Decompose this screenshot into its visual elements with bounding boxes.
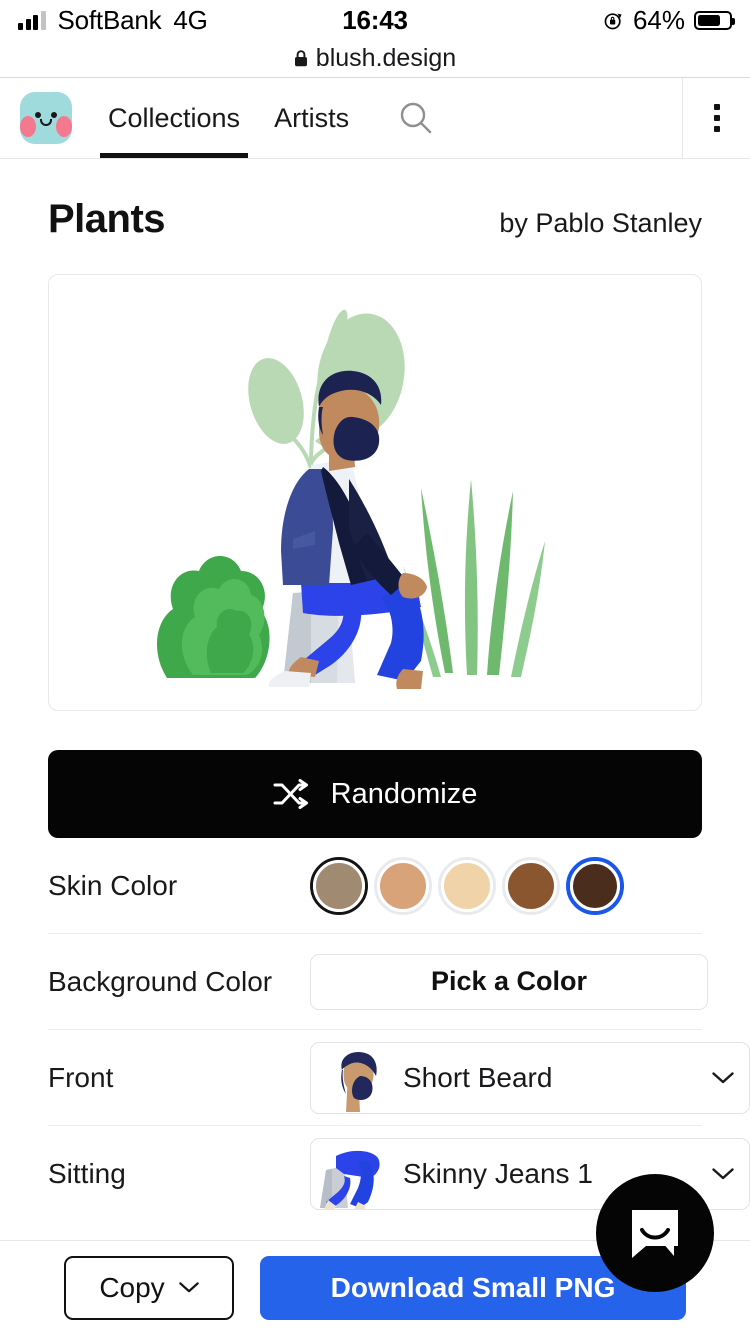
tab-collections-label: Collections [108, 102, 241, 133]
randomize-button[interactable]: Randomize [48, 750, 702, 838]
background-color-control: Pick a Color [310, 953, 708, 1010]
overflow-menu-button[interactable] [682, 78, 750, 158]
illustration-preview-card[interactable] [48, 274, 702, 711]
option-label-sitting: Sitting [48, 1158, 126, 1189]
skinny-jeans-thumbnail [311, 1139, 397, 1209]
option-label-front: Front [48, 1061, 114, 1093]
kebab-menu-icon [713, 104, 720, 132]
collection-header: Plants by Pablo Stanley [0, 159, 750, 242]
intercom-launcher-button[interactable] [596, 1174, 714, 1292]
copy-button[interactable]: Copy [64, 1255, 234, 1320]
download-label: Download Small PNG [330, 1271, 616, 1303]
pick-a-color-button[interactable]: Pick a Color [310, 953, 708, 1010]
page-title: Plants [48, 197, 166, 241]
copy-label: Copy [99, 1271, 165, 1303]
battery-percentage: 64% [632, 4, 685, 35]
option-row-background-color: Background Color Pick a Color [48, 934, 708, 1030]
status-bar-left: SoftBank 4G [18, 5, 375, 36]
collection-author: by Pablo Stanley [499, 208, 702, 238]
battery-icon [694, 10, 735, 30]
sitting-dropdown-chevron [697, 1168, 749, 1180]
front-dropdown-value: Short Beard [403, 1061, 553, 1093]
shuffle-icon [273, 779, 308, 809]
search-button[interactable] [397, 99, 435, 137]
signal-bars-icon [18, 10, 46, 30]
short-beard-thumbnail [311, 1043, 397, 1113]
app-navigation-bar: Collections Artists [0, 78, 750, 159]
lock-icon [294, 50, 307, 67]
randomize-label: Randomize [330, 777, 478, 810]
status-bar: SoftBank 4G 16:43 64% [0, 0, 750, 40]
intercom-chat-icon [632, 1210, 678, 1258]
front-dropdown-chevron [697, 1071, 749, 1084]
front-control: Short Beard [310, 1041, 750, 1114]
pick-a-color-label: Pick a Color [430, 966, 588, 996]
network-type: 4G [173, 4, 208, 35]
chevron-down-icon [712, 1168, 734, 1180]
option-row-skin-color: Skin Color [48, 838, 702, 934]
man-sitting-with-plants-illustration [156, 309, 545, 689]
skin-swatch-4[interactable] [502, 856, 560, 915]
status-bar-right: 64% [375, 4, 735, 36]
nav-tabs: Collections Artists [100, 78, 357, 158]
skin-color-swatches [310, 856, 624, 915]
carrier-name: SoftBank [57, 4, 162, 35]
skin-swatch-5[interactable] [566, 856, 624, 915]
option-row-front: Front Short Beard [48, 1030, 750, 1126]
phone-screen: SoftBank 4G 16:43 64% blush.design Colle… [0, 0, 750, 1334]
skin-color-control [310, 856, 702, 915]
url-host: blush.design [315, 44, 457, 72]
option-label-background-color: Background Color [48, 965, 273, 997]
tab-artists[interactable]: Artists [266, 78, 357, 158]
rotation-lock-icon [604, 12, 622, 29]
chevron-down-icon [712, 1071, 734, 1083]
front-dropdown[interactable]: Short Beard [310, 1041, 750, 1114]
blush-logo-icon[interactable] [20, 92, 72, 144]
chevron-down-icon [178, 1282, 199, 1293]
option-label-skin-color: Skin Color [48, 869, 178, 901]
nav-left-group: Collections Artists [0, 78, 682, 158]
skin-swatch-3[interactable] [438, 856, 496, 915]
browser-url-bar[interactable]: blush.design [0, 40, 750, 78]
tab-collections[interactable]: Collections [100, 78, 249, 158]
options-list: Skin Color Background Color Pick a Color… [0, 838, 750, 1222]
search-icon [400, 102, 432, 134]
skin-swatch-2[interactable] [374, 856, 432, 915]
tab-artists-label: Artists [274, 102, 350, 133]
skin-swatch-1[interactable] [310, 856, 368, 915]
